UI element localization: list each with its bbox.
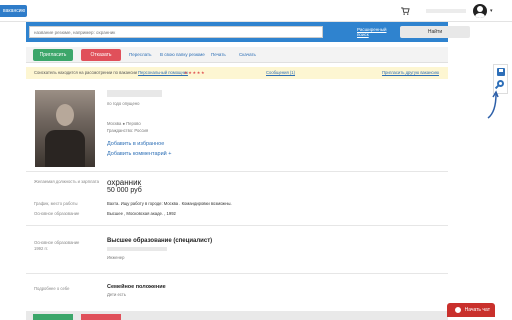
candidate-name (107, 90, 162, 97)
city-line: Москва ● Перово (107, 121, 141, 126)
notice-text: Соискатель находится на рассмотрении по … (34, 70, 137, 75)
education-year: 1992 гг. (34, 246, 49, 251)
invite-button-bottom[interactable] (33, 314, 73, 320)
schedule-label: График, место работы (34, 201, 78, 206)
cart-icon[interactable] (401, 7, 410, 15)
notice-link[interactable]: Персональный помощник (138, 67, 188, 79)
invite-other-link[interactable]: Пригласить другую вакансию (382, 67, 439, 79)
user-menu[interactable]: ▾ (423, 4, 497, 18)
family-value: Дети есть (107, 292, 126, 297)
education-short-value: Высшее , Московская акаде. , 1992 (107, 211, 176, 216)
salary-value: 50 000 руб (107, 187, 142, 194)
candidate-photo (35, 90, 95, 167)
age-line: по годо опущено (107, 101, 140, 106)
about-label: Подробнее о себе (34, 286, 70, 291)
position-title: охранник (107, 178, 142, 187)
avatar-icon[interactable] (473, 4, 487, 18)
search-bar: Расширенный поиск Найти (26, 22, 470, 42)
post-vacancy-button[interactable]: вакансию (0, 5, 27, 17)
search-resume-icon[interactable] (497, 80, 504, 87)
reject-button[interactable]: Отказать (81, 49, 121, 61)
add-comment-link[interactable]: Добавить комментарий + (107, 151, 171, 157)
education-short-label: Основное образование (34, 211, 80, 216)
download-link[interactable]: Скачать (239, 52, 256, 57)
search-input[interactable] (29, 26, 323, 38)
education-label: Основное образование (34, 240, 80, 245)
chevron-down-icon[interactable]: ▾ (490, 8, 493, 14)
arrow-annotation-icon (487, 90, 499, 119)
rating-stars[interactable]: ★★★★★ (184, 67, 205, 79)
add-favorite-link[interactable]: Добавить в избранное (107, 141, 164, 147)
action-bar: Пригласить Отказать Переслать В свою пап… (26, 47, 448, 63)
save-folder-link[interactable]: В свою папку резюме (160, 52, 205, 57)
advanced-search-link[interactable]: Расширенный поиск (357, 27, 399, 37)
user-name (426, 9, 466, 13)
education-place (107, 247, 167, 251)
resume-profile: по годо опущено Москва ● Перово Гражданс… (26, 83, 448, 320)
family-title: Семейное положение (107, 284, 166, 290)
education-title: Высшее образование (специалист) (107, 238, 213, 244)
invite-button[interactable]: Пригласить (33, 49, 73, 61)
bottom-action-bar (26, 311, 448, 320)
save-icon[interactable] (497, 68, 505, 76)
reject-button-bottom[interactable] (81, 314, 121, 320)
education-sub: Инженер (107, 255, 125, 260)
status-notice: Соискатель находится на рассмотрении по … (26, 67, 448, 79)
chat-icon[interactable] (453, 305, 463, 315)
schedule-value: Вахта. Ищу работу в городе: Москва . Ком… (107, 201, 232, 206)
citizenship-line: Гражданство: Россия (107, 128, 149, 133)
print-link[interactable]: Печать (211, 52, 226, 57)
desired-position-label: Желаемая должность и зарплата (34, 179, 99, 184)
find-button[interactable]: Найти (400, 26, 470, 38)
divider (26, 273, 448, 274)
messages-link[interactable]: Сообщения (1) (266, 67, 295, 79)
divider (26, 171, 448, 172)
divider (26, 225, 448, 226)
top-bar: вакансию ▾ (0, 0, 512, 22)
forward-link[interactable]: Переслать (129, 52, 151, 57)
